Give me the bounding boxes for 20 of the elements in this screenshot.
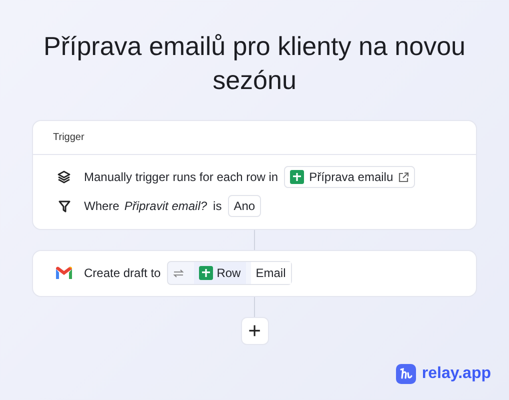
sheet-link[interactable]: Příprava emailu — [284, 166, 416, 188]
condition-label: Where — [84, 198, 120, 216]
card-header: Trigger — [33, 120, 476, 155]
operator-text: is — [213, 198, 222, 216]
brand-name: relay.app — [422, 364, 491, 384]
mail-icon — [55, 266, 73, 280]
variable-chip[interactable]: Row Email — [166, 261, 292, 286]
value-chip: Ano — [228, 195, 262, 218]
external-link-icon — [398, 172, 410, 183]
field-name: Připravit email? — [124, 198, 208, 216]
spreadsheet-icon — [198, 266, 213, 280]
logo-icon — [396, 364, 416, 384]
loop-icon — [172, 268, 184, 280]
layers-icon — [57, 170, 71, 184]
add-step-button[interactable]: + — [240, 316, 268, 345]
step-text: Create draft to — [84, 265, 161, 282]
step-text: Manually trigger runs for each row in — [84, 169, 278, 186]
spreadsheet-icon — [290, 170, 304, 184]
page-title: Příprava emailů pro klienty na novou sezónu — [42, 30, 466, 97]
filter-icon — [58, 200, 70, 213]
